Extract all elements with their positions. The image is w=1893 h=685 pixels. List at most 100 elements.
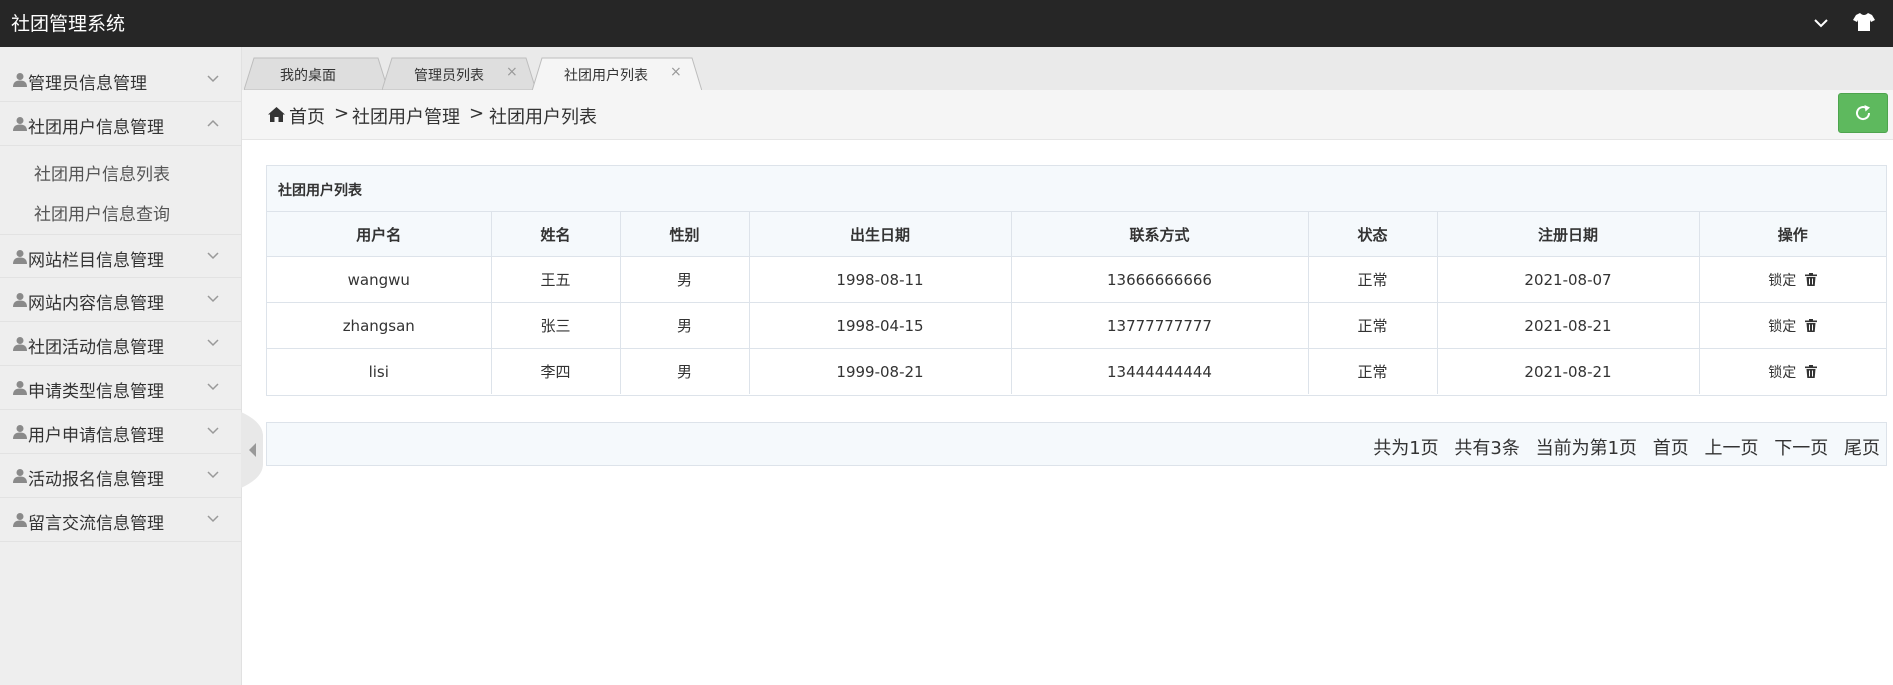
refresh-button[interactable]	[1838, 93, 1888, 133]
pager-total-records: 共有3条	[1454, 438, 1520, 459]
cell-status: 正常	[1307, 302, 1438, 349]
cell-username: zhangsan	[267, 302, 492, 349]
pager-next-link[interactable]: 下一页	[1774, 438, 1828, 459]
panel-header: 社团用户列表	[267, 166, 1886, 212]
trash-icon[interactable]	[1805, 364, 1818, 378]
user-icon	[13, 513, 27, 527]
top-bar: 社团管理系统	[0, 0, 1893, 47]
column-header-name: 姓名	[490, 212, 621, 257]
sidebar-item-admin-info[interactable]: 管理员信息管理	[0, 58, 241, 102]
tab-label: 社团用户列表	[564, 68, 648, 84]
close-icon[interactable]: ×	[670, 64, 682, 80]
chevron-down-icon	[207, 383, 219, 391]
user-icon	[13, 469, 27, 483]
pagination: 共为1页 共有3条 当前为第1页 首页 上一页 下一页 尾页	[266, 422, 1887, 466]
close-icon[interactable]: ×	[506, 64, 518, 80]
cell-status: 正常	[1307, 256, 1438, 303]
cell-username: lisi	[267, 348, 492, 394]
sidebar-item-label: 网站栏目信息管理	[28, 251, 164, 271]
tab-label: 管理员列表	[414, 68, 484, 84]
chevron-down-icon	[207, 295, 219, 303]
breadcrumb-level1[interactable]: 社团用户管理	[352, 103, 460, 129]
breadcrumb-current: 社团用户列表	[489, 107, 597, 128]
sidebar-item-label: 社团活动信息管理	[28, 338, 164, 358]
cell-gender: 男	[619, 256, 750, 303]
cell-gender: 男	[619, 348, 750, 394]
lock-button[interactable]: 锁定	[1768, 365, 1796, 381]
user-table: 用户名 姓名 性别 出生日期 联系方式 状态 注册日期 操作 wangwu 王五…	[267, 212, 1886, 394]
pager-current-page: 当前为第1页	[1535, 438, 1638, 459]
panel-title: 社团用户列表	[278, 183, 362, 199]
tab-admin-list[interactable]: 管理员列表 ×	[382, 57, 536, 90]
app-title: 社团管理系统	[11, 13, 126, 35]
cell-actions: 锁定	[1698, 302, 1886, 349]
cell-register-date: 2021-08-07	[1436, 256, 1700, 303]
cell-status: 正常	[1307, 348, 1438, 394]
pager-total-pages: 共为1页	[1373, 438, 1439, 459]
table-row: zhangsan 张三 男 1998-04-15 13777777777 正常 …	[267, 302, 1886, 349]
cell-name: 张三	[490, 302, 621, 349]
lock-button[interactable]: 锁定	[1768, 273, 1796, 289]
sidebar-item-site-column-info[interactable]: 网站栏目信息管理	[0, 234, 241, 278]
sidebar-item-user-apply-info[interactable]: 用户申请信息管理	[0, 410, 241, 454]
sidebar-subitem-user-query[interactable]: 社团用户信息查询	[34, 200, 170, 225]
sidebar-item-label: 网站内容信息管理	[28, 294, 164, 314]
cell-username: wangwu	[267, 256, 492, 303]
pagination-items: 共为1页 共有3条 当前为第1页 首页 上一页 下一页 尾页	[1363, 434, 1880, 460]
sidebar-item-message-info[interactable]: 留言交流信息管理	[0, 498, 241, 542]
table-header-row: 用户名 姓名 性别 出生日期 联系方式 状态 注册日期 操作	[267, 212, 1886, 257]
pager-prev-link[interactable]: 上一页	[1705, 438, 1759, 459]
user-icon	[13, 117, 27, 131]
refresh-icon	[1856, 105, 1871, 121]
cell-actions: 锁定	[1698, 256, 1886, 303]
chevron-up-icon	[207, 119, 219, 127]
cell-register-date: 2021-08-21	[1436, 348, 1700, 394]
shirt-icon[interactable]	[1852, 10, 1876, 34]
cell-contact: 13666666666	[1010, 256, 1309, 303]
sidebar-item-apply-type-info[interactable]: 申请类型信息管理	[0, 366, 241, 410]
sidebar-item-activity-signup-info[interactable]: 活动报名信息管理	[0, 454, 241, 498]
breadcrumb-home[interactable]: 首页	[289, 103, 325, 129]
lock-button[interactable]: 锁定	[1768, 319, 1796, 335]
trash-icon[interactable]	[1805, 318, 1818, 332]
sidebar-item-site-content-info[interactable]: 网站内容信息管理	[0, 278, 241, 322]
chevron-down-icon	[207, 75, 219, 83]
table-row: wangwu 王五 男 1998-08-11 13666666666 正常 20…	[267, 256, 1886, 303]
trash-icon[interactable]	[1805, 272, 1818, 286]
sidebar: 管理员信息管理 社团用户信息管理 社团用户信息列表 社团用户信息查询 网站栏目信…	[0, 47, 242, 685]
chevron-down-icon	[207, 339, 219, 347]
tab-club-user-list[interactable]: 社团用户列表 ×	[532, 57, 702, 91]
column-header-username: 用户名	[267, 212, 492, 257]
pager-first-link[interactable]: 首页	[1653, 438, 1689, 459]
cell-gender: 男	[619, 302, 750, 349]
sidebar-item-club-activity-info[interactable]: 社团活动信息管理	[0, 322, 241, 366]
sidebar-item-club-user-info[interactable]: 社团用户信息管理	[0, 102, 241, 146]
sidebar-item-label: 用户申请信息管理	[28, 426, 164, 446]
cell-name: 李四	[490, 348, 621, 394]
user-icon	[13, 250, 27, 264]
tab-my-desktop[interactable]: 我的桌面	[244, 57, 388, 90]
pager-last-link[interactable]: 尾页	[1844, 438, 1880, 459]
breadcrumb: 首页 > 社团用户管理 > 社团用户列表	[242, 90, 1893, 140]
breadcrumb-separator: >	[469, 103, 485, 124]
cell-birthdate: 1998-08-11	[748, 256, 1012, 303]
sidebar-item-label: 活动报名信息管理	[28, 470, 164, 490]
user-icon	[13, 293, 27, 307]
chevron-down-icon	[207, 252, 219, 260]
column-header-actions: 操作	[1698, 212, 1886, 257]
column-header-birthdate: 出生日期	[748, 212, 1012, 257]
sidebar-item-label: 社团用户信息管理	[28, 118, 164, 138]
chevron-down-icon[interactable]	[1810, 12, 1832, 34]
tab-label: 我的桌面	[280, 68, 336, 84]
sidebar-item-label: 申请类型信息管理	[28, 382, 164, 402]
chevron-down-icon	[207, 515, 219, 523]
sidebar-collapse-handle[interactable]	[241, 412, 263, 488]
column-header-gender: 性别	[619, 212, 750, 257]
cell-actions: 锁定	[1698, 348, 1886, 394]
sidebar-subitem-user-list[interactable]: 社团用户信息列表	[34, 160, 170, 185]
chevron-down-icon	[207, 471, 219, 479]
sidebar-item-label: 留言交流信息管理	[28, 514, 164, 534]
user-icon	[13, 337, 27, 351]
column-header-register-date: 注册日期	[1436, 212, 1700, 257]
column-header-status: 状态	[1307, 212, 1438, 257]
